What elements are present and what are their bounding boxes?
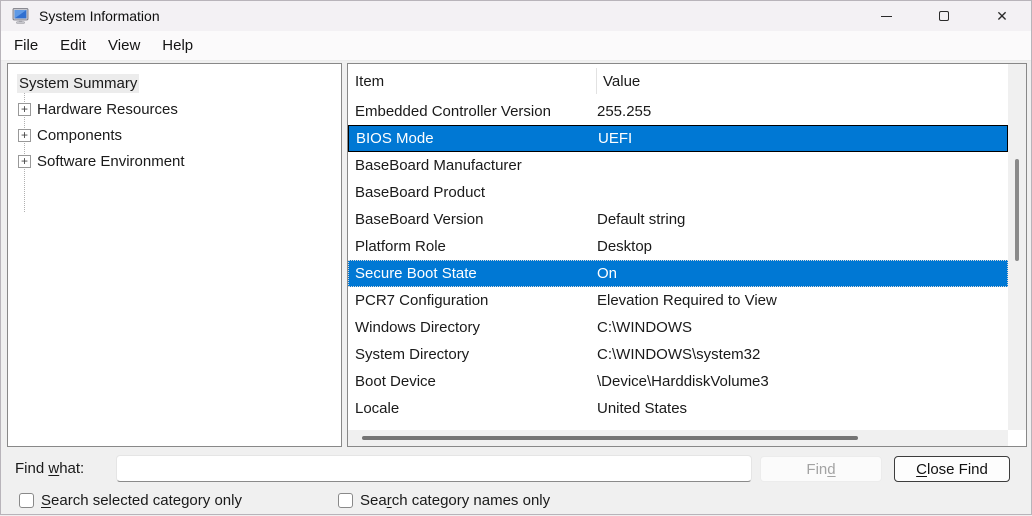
minimize-icon (881, 16, 892, 17)
window-controls: ✕ (857, 1, 1031, 31)
row-item: BaseBoard Version (348, 211, 597, 228)
vertical-scrollbar-thumb[interactable] (1015, 159, 1019, 261)
row-value: Default string (597, 211, 685, 228)
close-find-button[interactable]: Close Find (894, 456, 1010, 482)
search-options-row: Search selected category only Search cat… (1, 488, 1031, 516)
table-row[interactable]: BaseBoard Product (348, 179, 1008, 206)
row-item: Platform Role (348, 238, 597, 255)
table-row[interactable]: PCR7 Configuration Elevation Required to… (348, 287, 1008, 314)
row-item: BaseBoard Product (348, 184, 597, 201)
find-what-input[interactable] (116, 455, 752, 482)
expand-plus-icon[interactable]: + (18, 103, 31, 116)
horizontal-scrollbar[interactable] (348, 430, 1008, 446)
vertical-scrollbar[interactable] (1008, 64, 1026, 430)
table-row[interactable]: BaseBoard Manufacturer (348, 152, 1008, 179)
table-rows: Embedded Controller Version 255.255 BIOS… (348, 98, 1026, 422)
expand-plus-icon[interactable]: + (18, 129, 31, 142)
tree-item-hardware-resources[interactable]: + Hardware Resources (8, 96, 341, 122)
table-row-bios-mode-selected[interactable]: BIOS Mode UEFI (348, 125, 1008, 152)
row-item: PCR7 Configuration (348, 292, 597, 309)
table-row[interactable]: Embedded Controller Version 255.255 (348, 98, 1008, 125)
row-item: System Directory (348, 346, 597, 363)
table-row[interactable]: Windows Directory C:\WINDOWS (348, 314, 1008, 341)
minimize-button[interactable] (857, 1, 915, 31)
column-header-value[interactable]: Value (597, 73, 640, 90)
maximize-icon (939, 11, 949, 21)
table-row[interactable]: BaseBoard Version Default string (348, 206, 1008, 233)
row-item: BIOS Mode (349, 130, 598, 147)
column-header-item[interactable]: Item (348, 73, 596, 90)
search-category-names-checkbox[interactable] (338, 493, 353, 508)
system-information-app-icon (12, 8, 30, 24)
row-item: Locale (348, 400, 597, 417)
row-value: C:\WINDOWS (597, 319, 692, 336)
menu-help[interactable]: Help (151, 32, 204, 59)
row-item: BaseBoard Manufacturer (348, 157, 597, 174)
row-item: Secure Boot State (348, 265, 597, 282)
menu-file[interactable]: File (3, 32, 49, 59)
find-what-label: Find what: (15, 460, 84, 477)
row-value: \Device\HarddiskVolume3 (597, 373, 769, 390)
table-row[interactable]: Locale United States (348, 395, 1008, 422)
tree-item-software-environment[interactable]: + Software Environment (8, 148, 341, 174)
find-button[interactable]: Find (760, 456, 882, 482)
tree-item-label: Hardware Resources (37, 101, 178, 118)
tree-item-system-summary[interactable]: System Summary (8, 70, 341, 96)
checkbox-label: Search selected category only (41, 492, 242, 509)
maximize-button[interactable] (915, 1, 973, 31)
menubar: File Edit View Help (1, 31, 1031, 61)
table-row[interactable]: System Directory C:\WINDOWS\system32 (348, 341, 1008, 368)
close-button[interactable]: ✕ (973, 1, 1031, 31)
checkbox-label: Search category names only (360, 492, 550, 509)
tree-item-label: Components (37, 127, 122, 144)
row-value: UEFI (598, 130, 632, 147)
window-title: System Information (39, 8, 160, 24)
horizontal-scrollbar-thumb[interactable] (362, 436, 858, 440)
row-item: Boot Device (348, 373, 597, 390)
titlebar: System Information ✕ (1, 1, 1031, 31)
search-category-names-only-option[interactable]: Search category names only (338, 492, 550, 509)
tree-item-label: System Summary (17, 74, 139, 93)
menu-view[interactable]: View (97, 32, 151, 59)
find-bar: Find what: Find Close Find (1, 453, 1031, 485)
expand-plus-icon[interactable]: + (18, 155, 31, 168)
close-icon: ✕ (996, 9, 1008, 23)
category-tree-panel: System Summary + Hardware Resources + Co… (7, 63, 342, 447)
table-row-secure-boot-state-selected[interactable]: Secure Boot State On (348, 260, 1008, 287)
table-row[interactable]: Boot Device \Device\HarddiskVolume3 (348, 368, 1008, 395)
tree-item-label: Software Environment (37, 153, 185, 170)
system-information-window: System Information ✕ File Edit View Help… (0, 0, 1032, 515)
row-item: Embedded Controller Version (348, 103, 597, 120)
row-value: United States (597, 400, 687, 417)
details-table-panel: Item Value Embedded Controller Version 2… (347, 63, 1027, 447)
row-value: 255.255 (597, 103, 651, 120)
row-value: On (597, 265, 617, 282)
table-row[interactable]: Platform Role Desktop (348, 233, 1008, 260)
row-item: Windows Directory (348, 319, 597, 336)
search-selected-category-checkbox[interactable] (19, 493, 34, 508)
row-value: Elevation Required to View (597, 292, 777, 309)
row-value: Desktop (597, 238, 652, 255)
tree-item-components[interactable]: + Components (8, 122, 341, 148)
row-value: C:\WINDOWS\system32 (597, 346, 760, 363)
search-selected-category-only-option[interactable]: Search selected category only (19, 492, 242, 509)
menu-edit[interactable]: Edit (49, 32, 97, 59)
table-header: Item Value (348, 64, 1026, 98)
